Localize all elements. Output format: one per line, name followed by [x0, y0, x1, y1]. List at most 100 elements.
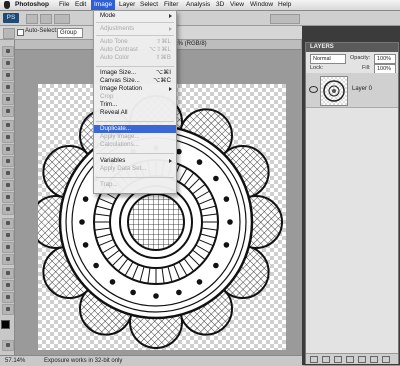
- layer-thumbnail: [320, 76, 348, 106]
- marquee-tool-icon[interactable]: [2, 58, 14, 69]
- auto-select-dropdown[interactable]: Group: [57, 28, 83, 38]
- tools-panel: [0, 40, 15, 362]
- menu-item-adjustments: Adjustments: [94, 25, 176, 33]
- new-layer-icon[interactable]: [370, 356, 378, 363]
- type-tool-icon[interactable]: [2, 230, 14, 241]
- doodle-dot: [130, 289, 136, 296]
- auto-select-label: Auto-Select:: [25, 28, 58, 34]
- lock-label: Lock:: [310, 65, 324, 71]
- doodle-dot: [223, 196, 230, 202]
- layers-panel-header[interactable]: LAYERS: [306, 43, 398, 52]
- menu-edit[interactable]: Edit: [75, 0, 86, 10]
- doodle-dot: [213, 175, 219, 182]
- hand-tool-icon[interactable]: [2, 292, 14, 303]
- opacity-label: Opacity:: [350, 55, 371, 61]
- doodle-dot: [82, 196, 89, 202]
- menu-item-calculations: Calculations...: [100, 141, 139, 148]
- lasso-tool-icon[interactable]: [2, 70, 14, 81]
- crop-tool-icon[interactable]: [2, 94, 14, 105]
- menu-analysis[interactable]: Analysis: [186, 0, 210, 10]
- adjustment-layer-icon[interactable]: [346, 356, 354, 363]
- 3d-rotate-tool-icon[interactable]: [2, 268, 14, 279]
- doodle-dot: [196, 279, 203, 285]
- layer-style-icon[interactable]: [322, 356, 330, 363]
- healing-brush-tool-icon[interactable]: [2, 120, 14, 131]
- menu-item-auto-contrast: Auto Contrast ⌥⇧⌘L: [100, 46, 171, 53]
- zoom-level-icon[interactable]: [54, 14, 70, 24]
- blur-tool-icon[interactable]: [2, 192, 14, 203]
- submenu-arrow-icon: [169, 27, 172, 31]
- trash-icon[interactable]: [382, 356, 390, 363]
- menu-item-crop: Crop: [100, 93, 114, 100]
- menu-filter[interactable]: Filter: [164, 0, 178, 10]
- submenu-arrow-icon: [169, 159, 172, 163]
- workspace-switcher[interactable]: [270, 14, 300, 24]
- zoom-tool-icon[interactable]: [2, 304, 14, 315]
- move-tool-preset-icon[interactable]: [3, 28, 15, 39]
- menu-layer[interactable]: Layer: [119, 0, 135, 10]
- doodle-dot: [153, 293, 159, 299]
- layers-panel-footer: [306, 353, 398, 364]
- app-menu-photoshop[interactable]: Photoshop: [15, 0, 49, 10]
- gradient-tool-icon[interactable]: [2, 180, 14, 191]
- menu-item-image-size[interactable]: Image Size... ⌥⌘I: [94, 69, 176, 77]
- menu-view[interactable]: View: [230, 0, 244, 10]
- bridge-icon[interactable]: [26, 14, 38, 24]
- menu-select[interactable]: Select: [140, 0, 158, 10]
- menu-item-auto-color: Auto Color ⇧⌘B: [100, 54, 171, 61]
- menu-file[interactable]: File: [59, 0, 69, 10]
- menu-item-auto-tone: Auto Tone ⇧⌘L: [100, 38, 171, 45]
- doodle-dot: [227, 219, 233, 225]
- link-layers-icon[interactable]: [310, 356, 318, 363]
- menu-item-trim[interactable]: Trim...: [94, 101, 176, 109]
- doodle-dot: [109, 279, 116, 285]
- eraser-tool-icon[interactable]: [2, 168, 14, 179]
- move-tool-icon[interactable]: [2, 46, 14, 57]
- menu-item-variables[interactable]: Variables: [94, 157, 176, 165]
- quick-select-tool-icon[interactable]: [2, 82, 14, 93]
- new-group-icon[interactable]: [358, 356, 366, 363]
- menu-3d[interactable]: 3D: [216, 0, 224, 10]
- doodle-dot: [79, 219, 85, 225]
- history-brush-tool-icon[interactable]: [2, 156, 14, 167]
- eyedropper-tool-icon[interactable]: [2, 106, 14, 117]
- apple-menu-icon[interactable]: [4, 1, 10, 9]
- layer-mask-icon[interactable]: [334, 356, 342, 363]
- 3d-orbit-tool-icon[interactable]: [2, 280, 14, 291]
- menu-item-trap: Trap...: [100, 181, 118, 188]
- menu-help[interactable]: Help: [278, 0, 291, 10]
- opacity-field[interactable]: 100%: [374, 54, 396, 64]
- photoshop-logo: PS: [3, 13, 19, 23]
- blend-mode-dropdown[interactable]: Normal: [310, 54, 346, 64]
- foreground-color-swatch[interactable]: [1, 320, 10, 329]
- doodle-dot: [223, 242, 230, 248]
- visibility-eye-icon[interactable]: [309, 86, 318, 93]
- menu-image[interactable]: Image: [91, 0, 116, 10]
- layer-row[interactable]: Layer 0: [306, 73, 398, 108]
- layer-name[interactable]: Layer 0: [352, 86, 372, 92]
- menu-item-reveal-all[interactable]: Reveal All: [94, 109, 176, 117]
- submenu-arrow-icon: [169, 14, 172, 18]
- mini-bridge-icon[interactable]: [40, 14, 52, 24]
- doodle-dot: [82, 242, 89, 248]
- brush-tool-icon[interactable]: [2, 132, 14, 143]
- application-bar: PS: [0, 11, 400, 26]
- pen-tool-icon[interactable]: [2, 218, 14, 229]
- menu-item-image-rotation[interactable]: Image Rotation: [94, 85, 176, 93]
- menu-window[interactable]: Window: [250, 0, 273, 10]
- menu-item-mode[interactable]: Mode: [94, 12, 176, 20]
- doodle-dot: [176, 289, 182, 296]
- doodle-dot: [93, 262, 99, 269]
- mac-menu-bar: Photoshop File Edit Image Layer Select F…: [0, 0, 400, 11]
- clone-stamp-tool-icon[interactable]: [2, 144, 14, 155]
- fill-label: Fill:: [362, 65, 371, 71]
- shape-tool-icon[interactable]: [2, 254, 14, 265]
- layers-panel-title: LAYERS: [310, 44, 334, 50]
- dodge-tool-icon[interactable]: [2, 204, 14, 215]
- menu-item-duplicate[interactable]: Duplicate...: [94, 125, 176, 133]
- doodle-dot: [196, 159, 203, 165]
- menu-item-canvas-size[interactable]: Canvas Size... ⌥⌘C: [94, 77, 176, 85]
- auto-select-checkbox[interactable]: [17, 29, 24, 36]
- path-selection-tool-icon[interactable]: [2, 242, 14, 253]
- quick-mask-icon[interactable]: [2, 340, 14, 351]
